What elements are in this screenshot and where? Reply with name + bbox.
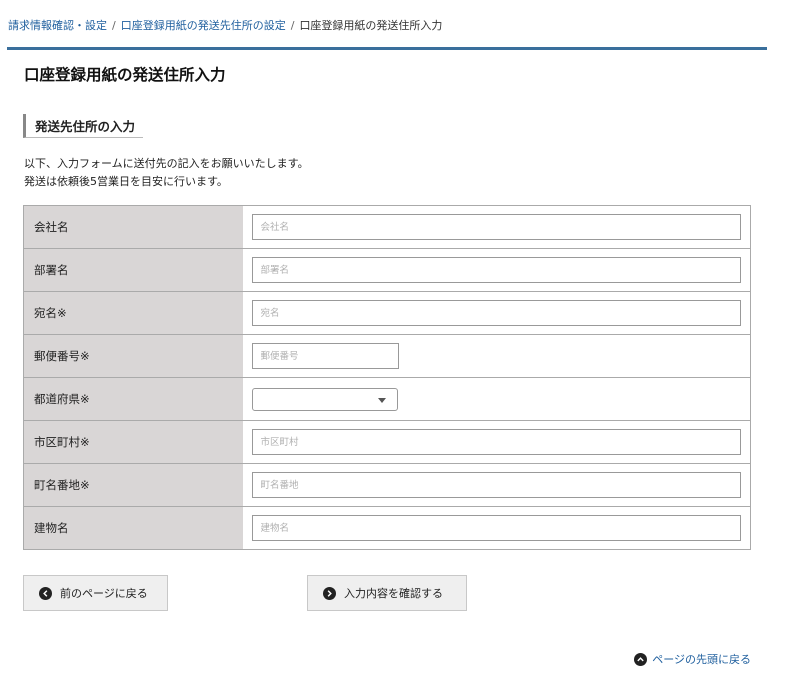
department-input[interactable] <box>251 257 741 283</box>
header-divider <box>7 47 767 50</box>
department-label: 部署名 <box>23 248 243 292</box>
back-button[interactable]: 前のページに戻る <box>23 575 168 611</box>
postal-code-input[interactable] <box>251 343 399 369</box>
company-label: 会社名 <box>23 205 243 249</box>
intro-text: 以下、入力フォームに送付先の記入をお願いいたします。 発送は依頼後5営業日を目安… <box>24 155 309 191</box>
building-input[interactable] <box>251 515 741 541</box>
prefecture-label: 都道府県※ <box>23 377 243 421</box>
breadcrumb-separator: / <box>290 19 295 32</box>
breadcrumb: 請求情報確認・設定 / 口座登録用紙の発送先住所の設定 / 口座登録用紙の発送住所入力 <box>8 17 442 33</box>
street-label: 町名番地※ <box>23 463 243 507</box>
section-heading: 発送先住所の入力 <box>23 114 144 138</box>
city-input[interactable] <box>251 429 741 455</box>
back-to-top-label: ページの先頭に戻る <box>652 653 751 666</box>
chevron-up-circle-icon <box>634 652 648 666</box>
postal-label: 郵便番号※ <box>23 334 243 378</box>
form-row-city: 市区町村※ <box>23 420 751 464</box>
form-row-street: 町名番地※ <box>23 463 751 507</box>
breadcrumb-link-billing[interactable]: 請求情報確認・設定 <box>8 19 107 32</box>
recipient-input[interactable] <box>251 300 741 326</box>
confirm-button[interactable]: 入力内容を確認する <box>307 575 467 611</box>
form-row-postal: 郵便番号※ <box>23 334 751 378</box>
confirm-button-label: 入力内容を確認する <box>344 587 443 600</box>
back-button-label: 前のページに戻る <box>60 587 148 600</box>
company-input[interactable] <box>251 214 741 240</box>
address-form-table: 会社名 部署名 宛名※ 郵便番号※ 都道府県※ 市区町村※ 町名番地※ 建物名 <box>23 205 751 550</box>
caret-down-icon <box>377 397 386 403</box>
breadcrumb-separator: / <box>112 19 116 32</box>
form-row-building: 建物名 <box>23 506 751 550</box>
form-row-company: 会社名 <box>23 205 751 249</box>
breadcrumb-current: 口座登録用紙の発送住所入力 <box>299 19 443 32</box>
page-title: 口座登録用紙の発送住所入力 <box>24 66 226 84</box>
arrow-right-circle-icon <box>323 586 336 600</box>
building-label: 建物名 <box>23 506 243 550</box>
form-row-prefecture: 都道府県※ <box>23 377 751 421</box>
intro-line-2: 発送は依頼後5営業日を目安に行います。 <box>24 175 228 188</box>
intro-line-1: 以下、入力フォームに送付先の記入をお願いいたします。 <box>24 157 309 170</box>
recipient-label: 宛名※ <box>23 291 243 335</box>
breadcrumb-link-shipping-address[interactable]: 口座登録用紙の発送先住所の設定 <box>121 19 286 32</box>
form-row-department: 部署名 <box>23 248 751 292</box>
street-input[interactable] <box>251 472 741 498</box>
back-to-top-link[interactable]: ページの先頭に戻る <box>634 651 751 667</box>
arrow-left-circle-icon <box>39 586 52 600</box>
prefecture-select[interactable] <box>251 387 398 411</box>
form-row-recipient: 宛名※ <box>23 291 751 335</box>
city-label: 市区町村※ <box>23 420 243 464</box>
